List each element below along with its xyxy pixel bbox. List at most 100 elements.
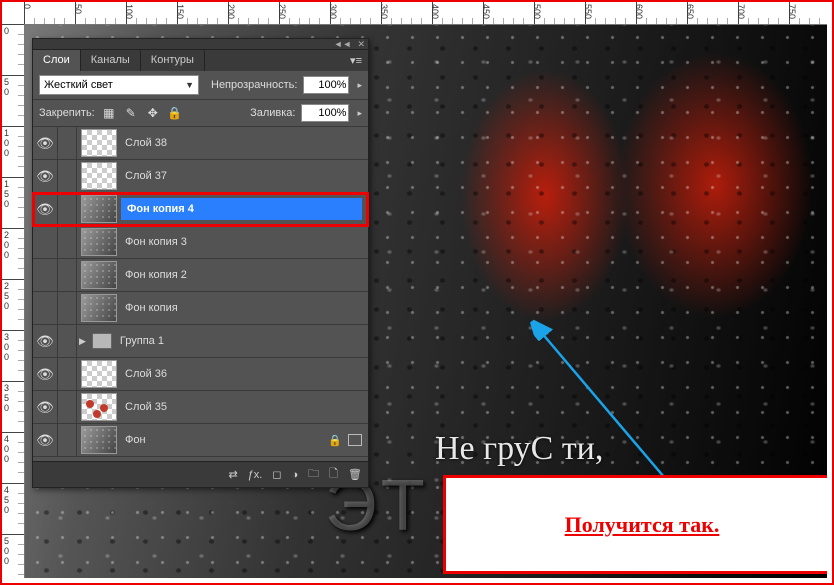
panel-close-icon[interactable]: ✕ [357, 40, 365, 49]
opacity-slider-icon[interactable]: ▸ [357, 80, 362, 91]
layer-name[interactable]: Фон копия 2 [121, 269, 368, 281]
layer-end-marker [348, 434, 362, 446]
link-cell[interactable] [58, 127, 77, 159]
layer-thumbnail[interactable] [81, 228, 117, 256]
visibility-toggle[interactable]: 👁 [33, 127, 58, 159]
layer-name[interactable]: Фон [121, 434, 328, 446]
ruler-tick-label: 50 [4, 77, 9, 97]
ruler-tick-label: 300 [328, 4, 338, 19]
tab-layers[interactable]: Слои [33, 50, 81, 71]
layer-fx-icon[interactable]: ƒx. [248, 469, 263, 481]
visibility-toggle[interactable]: 👁 [33, 259, 58, 291]
visibility-toggle[interactable]: 👁 [33, 391, 58, 423]
layer-name[interactable]: Слой 38 [121, 137, 368, 149]
tab-paths[interactable]: Контуры [141, 50, 205, 71]
lock-position-icon[interactable]: ✥ [145, 105, 161, 121]
visibility-toggle[interactable]: 👁 [33, 358, 58, 390]
layer-thumbnail[interactable] [81, 393, 117, 421]
layer-name[interactable]: Слой 37 [121, 170, 368, 182]
panel-collapse-icon[interactable]: ◄◄ [334, 40, 352, 49]
link-cell[interactable] [58, 160, 77, 192]
ruler-tick-label: 100 [124, 4, 134, 19]
layer-mask-icon[interactable]: ◻ [272, 468, 281, 481]
layer-row[interactable]: 👁 Слой 36 [33, 358, 368, 391]
layers-list[interactable]: 👁 Слой 38 👁 Слой 37 👁 Фон копия 4 👁 Фон копия 3… [33, 127, 368, 457]
visibility-toggle[interactable]: 👁 [33, 424, 58, 456]
lock-transparency-icon[interactable]: ▦ [101, 105, 117, 121]
layer-thumbnail[interactable] [81, 162, 117, 190]
lock-row: Закрепить: ▦ ✎ ✥ 🔒 Заливка: 100% ▸ [33, 100, 368, 127]
layer-row[interactable]: 👁 Фон копия 3 [33, 226, 368, 259]
layer-thumbnail[interactable] [81, 426, 117, 454]
layer-thumbnail[interactable] [81, 294, 117, 322]
link-cell[interactable] [58, 325, 77, 357]
tab-channels[interactable]: Каналы [81, 50, 141, 71]
layer-name[interactable]: Фон копия [121, 302, 368, 314]
ruler-tick-label: 750 [787, 4, 797, 19]
adjustment-layer-icon[interactable]: ◑ [292, 469, 299, 481]
panel-menu-icon[interactable]: ▾≡ [344, 50, 368, 71]
ruler-horizontal[interactable]: 0501001502002503003504004505005506006507… [24, 2, 827, 25]
fill-slider-icon[interactable]: ▸ [357, 108, 362, 119]
lock-all-icon[interactable]: 🔒 [167, 105, 183, 121]
ruler-tick-label: 0 [24, 4, 32, 9]
layers-panel[interactable]: ◄◄ ✕ Слои Каналы Контуры ▾≡ Жесткий свет… [32, 38, 369, 488]
layer-name[interactable]: Фон копия 4 [121, 198, 362, 220]
layer-thumbnail[interactable] [81, 261, 117, 289]
ruler-tick-label: 200 [4, 230, 9, 260]
link-cell[interactable] [58, 193, 77, 225]
ruler-tick-label: 650 [685, 4, 695, 19]
ruler-tick-label: 500 [532, 4, 542, 19]
visibility-toggle[interactable]: 👁 [33, 226, 58, 258]
layer-row[interactable]: 👁 Слой 37 [33, 160, 368, 193]
delete-layer-icon[interactable]: 🗑 [348, 468, 362, 481]
link-cell[interactable] [58, 424, 77, 456]
layer-row[interactable]: 👁 Фон копия [33, 292, 368, 325]
layer-thumbnail[interactable] [81, 195, 117, 223]
visibility-toggle[interactable]: 👁 [33, 292, 58, 324]
blend-mode-select[interactable]: Жесткий свет ▼ [39, 75, 199, 95]
layer-name[interactable]: Слой 35 [121, 401, 368, 413]
ruler-tick-label: 700 [736, 4, 746, 19]
layer-group-icon[interactable]: 🗀 [308, 465, 319, 484]
layer-row[interactable]: 👁 Фон копия 2 [33, 259, 368, 292]
blend-mode-value: Жесткий свет [44, 79, 113, 91]
link-layers-icon[interactable]: ⇄ [228, 468, 237, 481]
ruler-origin[interactable] [2, 2, 25, 25]
ruler-vertical[interactable]: 050100150200250300350400450500 [2, 24, 25, 578]
new-layer-icon[interactable]: 🗋 [329, 465, 338, 484]
ruler-tick-label: 500 [4, 536, 9, 566]
panel-footer: ⇄ ƒx. ◻ ◑ 🗀 🗋 🗑 [33, 461, 368, 487]
ruler-tick-label: 600 [634, 4, 644, 19]
expand-triangle-icon[interactable]: ▶ [79, 336, 86, 347]
link-cell[interactable] [58, 226, 77, 258]
visibility-toggle[interactable]: 👁 [33, 325, 58, 357]
annotation-text: Получится так. [565, 512, 720, 538]
lock-pixels-icon[interactable]: ✎ [123, 105, 139, 121]
ruler-tick-label: 50 [73, 4, 83, 14]
layer-row[interactable]: 👁 Фон копия 4 [33, 193, 368, 226]
fill-input[interactable]: 100% [301, 104, 349, 122]
opacity-input[interactable]: 100% [303, 76, 349, 94]
ruler-tick-label: 250 [4, 281, 9, 311]
ruler-tick-label: 150 [175, 4, 185, 19]
panel-titlebar[interactable]: ◄◄ ✕ [33, 39, 368, 50]
layer-row[interactable]: 👁 ▶ Группа 1 [33, 325, 368, 358]
ruler-tick-label: 300 [4, 332, 9, 362]
layer-thumbnail[interactable] [81, 129, 117, 157]
layer-thumbnail[interactable] [81, 360, 117, 388]
layer-row[interactable]: 👁 Слой 38 [33, 127, 368, 160]
screenshot-frame: 0501001502002503003504004505005506006507… [0, 0, 834, 585]
ruler-tick-label: 450 [481, 4, 491, 19]
layer-name[interactable]: Слой 36 [121, 368, 368, 380]
link-cell[interactable] [58, 259, 77, 291]
visibility-toggle[interactable]: 👁 [33, 193, 58, 225]
visibility-toggle[interactable]: 👁 [33, 160, 58, 192]
layer-name[interactable]: Фон копия 3 [121, 236, 368, 248]
link-cell[interactable] [58, 391, 77, 423]
layer-row[interactable]: 👁Фон🔒 [33, 424, 368, 457]
layer-name[interactable]: Группа 1 [116, 335, 368, 347]
link-cell[interactable] [58, 358, 77, 390]
link-cell[interactable] [58, 292, 77, 324]
layer-row[interactable]: 👁 Слой 35 [33, 391, 368, 424]
